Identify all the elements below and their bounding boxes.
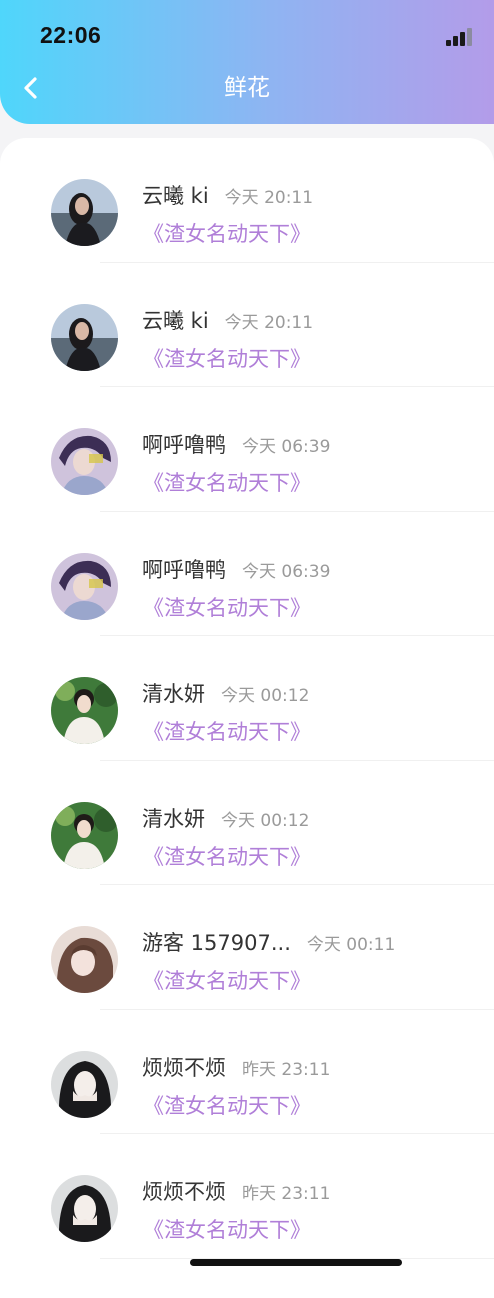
list-item[interactable]: 烦烦不烦 昨天 23:11 《渣女名动天下》	[0, 1134, 494, 1259]
book-title[interactable]: 《渣女名动天下》	[143, 343, 311, 373]
avatar[interactable]	[51, 801, 118, 869]
timestamp: 今天 00:12	[221, 686, 310, 706]
book-title[interactable]: 《渣女名动天下》	[143, 716, 311, 746]
timestamp: 今天 00:12	[221, 810, 310, 831]
list-item[interactable]: 云曦 ki 今天 20:11 《渣女名动天下》	[0, 263, 494, 387]
signal-icon	[446, 28, 478, 46]
user-name: 烦烦不烦	[142, 1055, 226, 1080]
list-item[interactable]: 烦烦不烦 昨天 23:11 《渣女名动天下》	[0, 1010, 494, 1134]
avatar[interactable]	[51, 303, 118, 371]
avatar[interactable]	[51, 428, 118, 495]
status-time: 22:06	[40, 22, 102, 48]
timestamp: 今天 06:39	[242, 561, 331, 582]
user-name: 清水妍	[142, 682, 205, 706]
timestamp: 昨天 23:11	[242, 1059, 331, 1080]
book-title[interactable]: 《渣女名动天下》	[143, 1090, 311, 1120]
timestamp: 今天 20:11	[224, 312, 314, 333]
user-name: 烦烦不烦	[142, 1180, 226, 1204]
timestamp: 昨天 23:11	[242, 1184, 331, 1204]
user-name: 云曦 ki	[142, 184, 209, 208]
user-name: 啊呼噜鸭	[142, 557, 226, 582]
book-title[interactable]: 《渣女名动天下》	[143, 965, 311, 995]
avatar[interactable]	[51, 179, 118, 246]
book-title[interactable]: 《渣女名动天下》	[143, 1214, 311, 1244]
avatar[interactable]	[51, 1175, 118, 1242]
home-indicator	[190, 1259, 402, 1266]
user-name: 云曦 ki	[142, 308, 209, 333]
list-item[interactable]: 游客 157907... 今天 00:11 《渣女名动天下》	[0, 885, 494, 1010]
book-title[interactable]: 《渣女名动天下》	[143, 592, 311, 622]
list-item[interactable]: 啊呼噜鸭 今天 06:39 《渣女名动天下》	[0, 387, 494, 512]
user-name: 啊呼噜鸭	[142, 433, 226, 457]
avatar[interactable]	[51, 1050, 118, 1118]
timestamp: 今天 00:11	[306, 935, 396, 955]
list-item[interactable]: 清水妍 今天 00:12 《渣女名动天下》	[0, 636, 494, 761]
flower-list: 云曦 ki 今天 20:11 《渣女名动天下》 云曦 ki 今天 20:11 《…	[0, 138, 494, 1259]
book-title[interactable]: 《渣女名动天下》	[143, 841, 311, 871]
user-name: 游客 157907...	[142, 931, 291, 955]
page-title: 鲜花	[224, 75, 270, 101]
list-item[interactable]: 清水妍 今天 00:12 《渣女名动天下》	[0, 761, 494, 885]
avatar[interactable]	[51, 677, 118, 744]
book-title[interactable]: 《渣女名动天下》	[143, 467, 311, 497]
avatar[interactable]	[51, 926, 118, 993]
list-item[interactable]: 啊呼噜鸭 今天 06:39 《渣女名动天下》	[0, 512, 494, 636]
timestamp: 今天 20:11	[224, 188, 314, 208]
list-item[interactable]: 云曦 ki 今天 20:11 《渣女名动天下》	[0, 138, 494, 263]
book-title[interactable]: 《渣女名动天下》	[143, 218, 311, 248]
header-bar: 22:06 鲜花	[0, 0, 494, 124]
user-name: 清水妍	[142, 806, 205, 831]
avatar[interactable]	[51, 552, 118, 620]
timestamp: 今天 06:39	[242, 437, 331, 457]
